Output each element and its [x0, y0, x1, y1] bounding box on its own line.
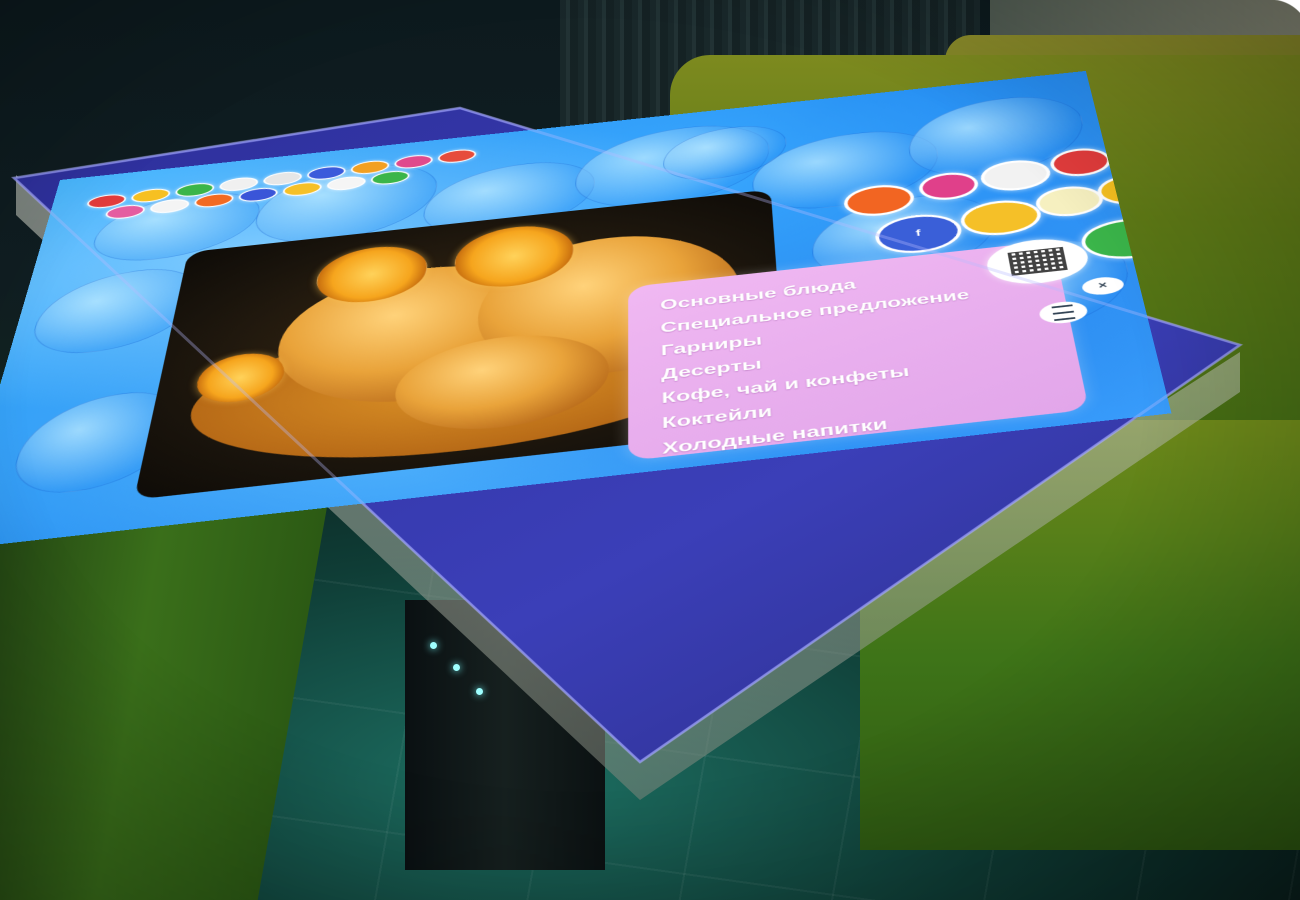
app-icon[interactable]: [437, 147, 477, 165]
app-icon[interactable]: [393, 153, 434, 171]
photo-scene: Основные блюда Специальное предложение Г…: [0, 0, 1300, 900]
app-icon[interactable]: [1033, 183, 1107, 220]
